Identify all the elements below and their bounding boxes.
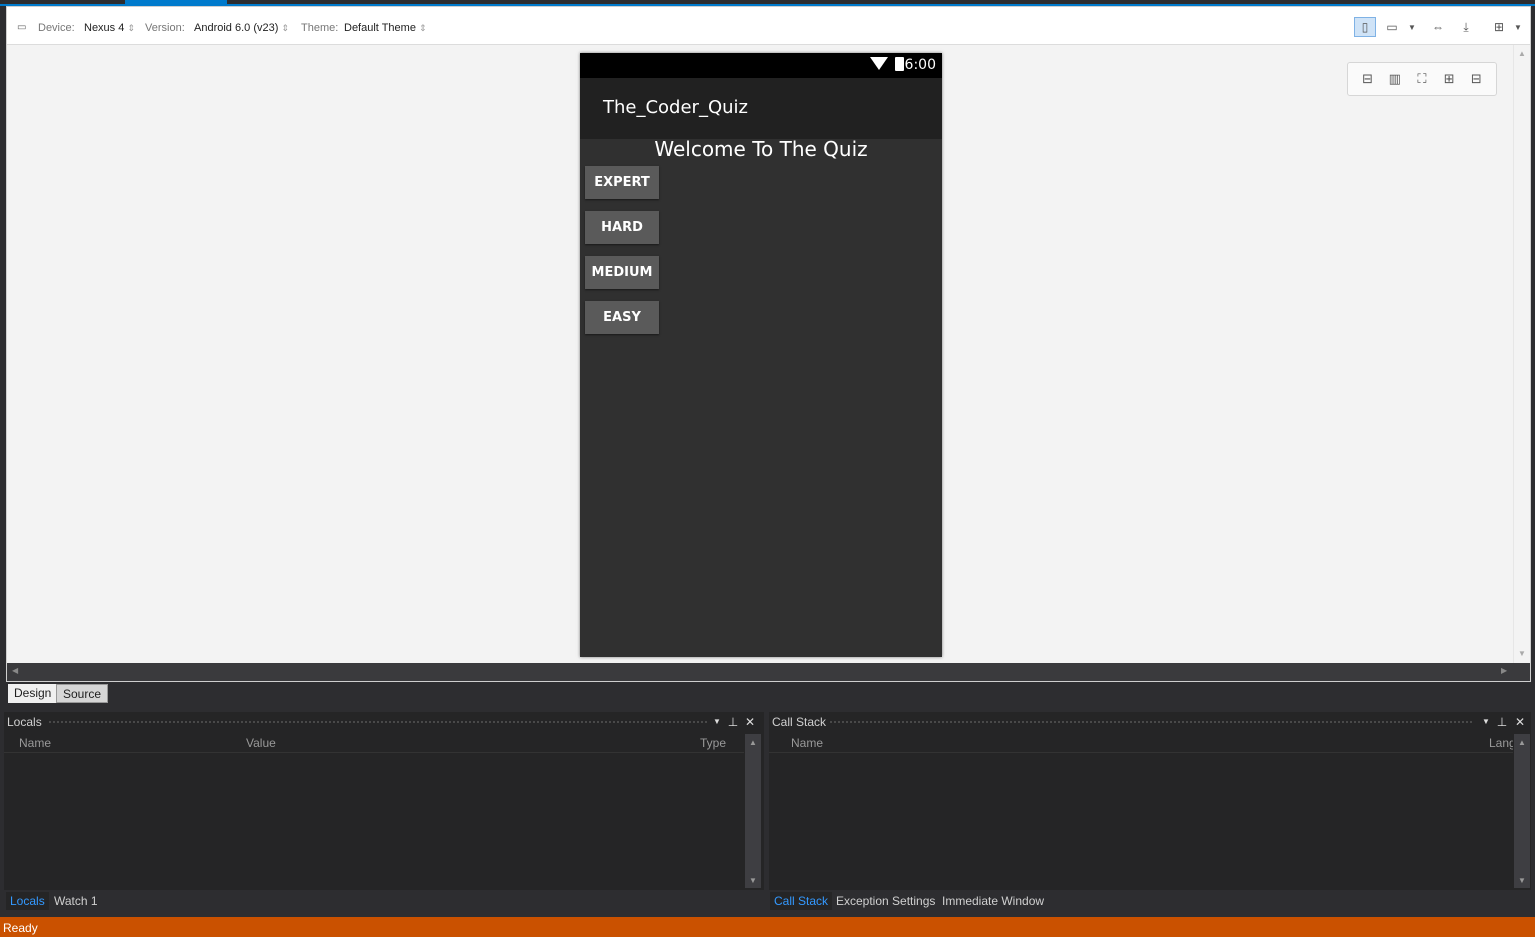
- scroll-up-icon[interactable]: ▲: [1518, 49, 1526, 58]
- zoom-in-icon[interactable]: ⊞: [1440, 70, 1458, 88]
- device-value: Nexus 4: [84, 22, 125, 34]
- version-label: Version:: [145, 22, 185, 34]
- android-designer: ▭ Device: Nexus 4 ⇕ Version: Android 6.0 …: [6, 6, 1531, 682]
- version-selector[interactable]: Android 6.0 (v23) ⇕: [194, 21, 289, 35]
- welcome-text[interactable]: Welcome To The Quiz: [580, 137, 942, 161]
- close-icon[interactable]: ✕: [1512, 712, 1528, 732]
- locals-list[interactable]: [4, 752, 744, 888]
- device-selector[interactable]: Nexus 4 ⇕: [84, 21, 135, 35]
- app-bar: The_Coder_Quiz: [580, 78, 942, 139]
- designer-toolbar: ▭ Device: Nexus 4 ⇕ Version: Android 6.0 …: [7, 7, 1530, 45]
- scroll-right-icon[interactable]: ▶: [1501, 666, 1507, 675]
- wifi-icon: [870, 57, 888, 70]
- design-source-tabs: Design Source: [6, 683, 1531, 704]
- designer-horizontal-scrollbar[interactable]: ◀ ▶: [7, 663, 1530, 681]
- zoom-out-icon[interactable]: ⊟: [1467, 70, 1485, 88]
- theme-value: Default Theme: [344, 22, 416, 34]
- status-time: 6:00: [904, 57, 936, 73]
- landscape-icon[interactable]: ▭: [1381, 17, 1403, 37]
- tab-locals[interactable]: Locals: [6, 892, 49, 910]
- hard-button[interactable]: HARD: [585, 211, 659, 244]
- tab-exception-settings[interactable]: Exception Settings: [832, 892, 939, 910]
- designer-vertical-scrollbar[interactable]: ▲ ▼: [1513, 45, 1530, 663]
- call-stack-list[interactable]: [769, 752, 1513, 888]
- fit-content-icon[interactable]: ▥: [1386, 70, 1404, 88]
- phone-preview: 6:00 The_Coder_Quiz Welcome To The Quiz …: [580, 53, 942, 657]
- drag-grip[interactable]: [829, 720, 1474, 725]
- updown-icon: ⇕: [418, 23, 427, 33]
- tab-source[interactable]: Source: [56, 684, 109, 703]
- updown-icon: ⇕: [127, 23, 135, 33]
- expert-button[interactable]: EXPERT: [585, 166, 659, 199]
- scroll-up-icon[interactable]: ▲: [1518, 738, 1526, 747]
- theme-label: Theme:: [301, 22, 339, 34]
- drag-grip[interactable]: [48, 720, 708, 725]
- call-stack-pane: Call Stack ▼ ⊥ ✕ Name Lang ▲ ▼ Call Stac…: [769, 712, 1531, 911]
- device-label: Device:: [38, 22, 75, 34]
- chevron-down-icon[interactable]: ▼: [1401, 17, 1423, 37]
- theme-selector[interactable]: Default Theme ⇕: [344, 21, 427, 35]
- ide-window: ▭ Device: Nexus 4 ⇕ Version: Android 6.0 …: [0, 0, 1535, 937]
- status-bar: Ready: [0, 917, 1535, 937]
- column-type[interactable]: Type: [700, 734, 726, 752]
- tab-watch-1[interactable]: Watch 1: [50, 892, 102, 910]
- call-stack-title: Call Stack: [772, 715, 827, 729]
- call-stack-header: Call Stack ▼ ⊥ ✕: [769, 712, 1531, 732]
- close-icon[interactable]: ✕: [742, 712, 758, 732]
- pin-icon[interactable]: ⊥: [1494, 712, 1510, 732]
- app-title: The_Coder_Quiz: [603, 97, 748, 118]
- easy-button[interactable]: EASY: [585, 301, 659, 334]
- android-status-bar: 6:00: [580, 53, 942, 78]
- call-stack-scrollbar[interactable]: ▲ ▼: [1514, 734, 1530, 888]
- status-text: Ready: [3, 921, 38, 935]
- tab-immediate-window[interactable]: Immediate Window: [938, 892, 1048, 910]
- updown-icon: ⇕: [281, 23, 289, 33]
- version-value: Android 6.0 (v23): [194, 22, 279, 34]
- column-name[interactable]: Name: [19, 734, 51, 752]
- battery-icon: [895, 57, 904, 71]
- scroll-left-icon[interactable]: ◀: [12, 666, 18, 675]
- layout-bounds-icon[interactable]: ⊟: [1359, 70, 1377, 88]
- chevron-down-icon[interactable]: ▼: [1507, 17, 1529, 37]
- locals-title: Locals: [7, 715, 42, 729]
- locals-header: Locals ▼ ⊥ ✕: [4, 712, 764, 732]
- design-canvas[interactable]: ⊟ ▥ ⛶ ⊞ ⊟ 6:00 The_Coder_Quiz Welcome To…: [7, 45, 1513, 663]
- tab-design[interactable]: Design: [8, 684, 58, 703]
- medium-button[interactable]: MEDIUM: [585, 256, 659, 289]
- column-language[interactable]: Lang: [1489, 734, 1513, 752]
- column-value[interactable]: Value: [246, 734, 276, 752]
- download-icon[interactable]: ⤓: [1455, 17, 1477, 37]
- locals-scrollbar[interactable]: ▲ ▼: [745, 734, 761, 888]
- panel-toggle-icon[interactable]: ▭: [17, 21, 26, 35]
- document-tab-strip: [0, 0, 1535, 6]
- pin-icon[interactable]: ⊥: [725, 712, 741, 732]
- locals-pane: Locals ▼ ⊥ ✕ Name Value Type ▲ ▼ Locals …: [4, 712, 764, 911]
- zoom-controls: ⊟ ▥ ⛶ ⊞ ⊟: [1347, 62, 1497, 96]
- scroll-up-icon[interactable]: ▲: [749, 738, 757, 747]
- scroll-down-icon[interactable]: ▼: [749, 876, 757, 885]
- scroll-down-icon[interactable]: ▼: [1518, 876, 1526, 885]
- tab-call-stack[interactable]: Call Stack: [770, 892, 833, 910]
- portrait-icon[interactable]: ▯: [1354, 17, 1376, 37]
- resize-icon[interactable]: ⇔: [1427, 17, 1449, 37]
- locals-tabs: Locals Watch 1: [4, 890, 764, 911]
- scroll-down-icon[interactable]: ▼: [1518, 649, 1526, 658]
- chevron-down-icon[interactable]: ▼: [1478, 712, 1494, 732]
- call-stack-tabs: Call Stack Exception Settings Immediate …: [769, 890, 1531, 911]
- fit-screen-icon[interactable]: ⛶: [1413, 70, 1431, 88]
- chevron-down-icon[interactable]: ▼: [709, 712, 725, 732]
- column-name[interactable]: Name: [791, 734, 823, 752]
